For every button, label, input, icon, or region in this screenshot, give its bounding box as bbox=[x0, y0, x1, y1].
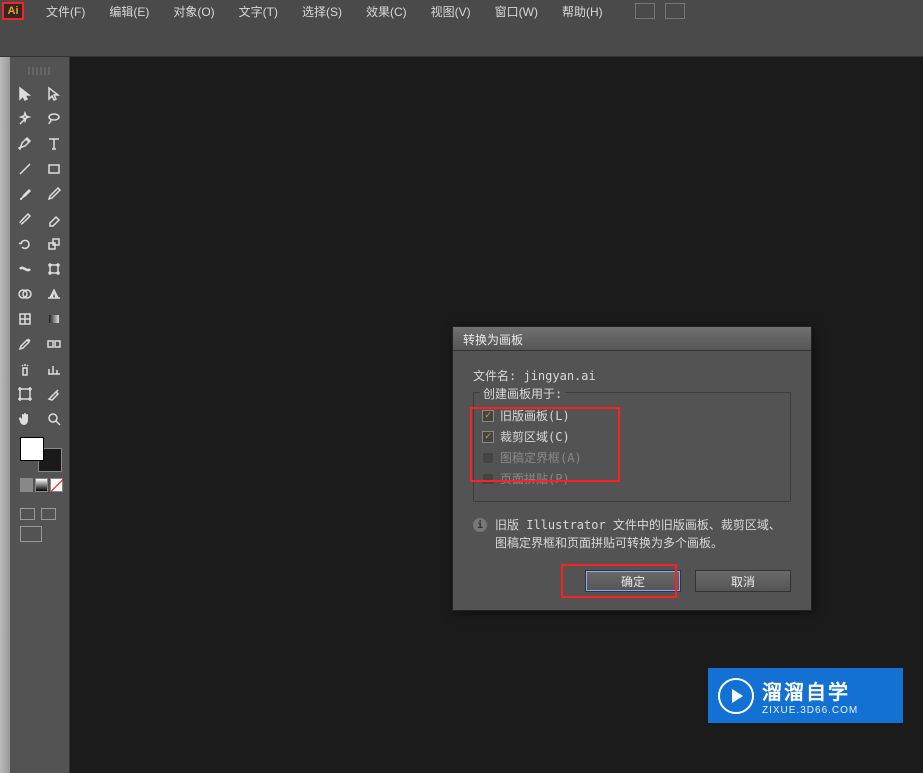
eyedropper-tool[interactable] bbox=[10, 331, 40, 356]
width-tool[interactable] bbox=[10, 256, 40, 281]
checkbox-legacy-artboard[interactable] bbox=[482, 410, 494, 422]
menu-file[interactable]: 文件(F) bbox=[34, 0, 97, 23]
watermark-title: 溜溜自学 bbox=[762, 676, 858, 705]
menu-bar: Ai 文件(F) 编辑(E) 对象(O) 文字(T) 选择(S) 效果(C) 视… bbox=[0, 0, 923, 22]
perspective-grid-tool[interactable] bbox=[40, 281, 70, 306]
filename-row: 文件名: jingyan.ai bbox=[473, 367, 791, 384]
type-tool[interactable] bbox=[40, 131, 70, 156]
tools-panel bbox=[10, 57, 70, 773]
blend-tool[interactable] bbox=[40, 331, 70, 356]
watermark: 溜溜自学 ZIXUE.3D66.COM bbox=[708, 668, 903, 723]
paintbrush-tool[interactable] bbox=[10, 181, 40, 206]
panel-grip-icon[interactable] bbox=[28, 67, 51, 75]
checkbox-page-tiling bbox=[482, 473, 494, 485]
label-bounding-box: 图稿定界框(A) bbox=[500, 449, 582, 466]
ok-button[interactable]: 确定 bbox=[585, 570, 681, 592]
direct-selection-tool[interactable] bbox=[40, 81, 70, 106]
pencil-tool[interactable] bbox=[40, 181, 70, 206]
shape-builder-tool[interactable] bbox=[10, 281, 40, 306]
label-legacy-artboard: 旧版画板(L) bbox=[500, 407, 570, 424]
rotate-tool[interactable] bbox=[10, 231, 40, 256]
artboard-tool[interactable] bbox=[10, 381, 40, 406]
app-logo-icon: Ai bbox=[2, 2, 24, 20]
dialog-title: 转换为画板 bbox=[453, 327, 811, 351]
checkbox-crop-area[interactable] bbox=[482, 431, 494, 443]
fieldset-legend: 创建画板用于: bbox=[480, 385, 565, 402]
menu-window[interactable]: 窗口(W) bbox=[483, 0, 550, 23]
menu-edit[interactable]: 编辑(E) bbox=[97, 0, 161, 23]
workspace-selector-icon[interactable] bbox=[665, 3, 685, 19]
fill-color-swatch[interactable] bbox=[20, 437, 44, 461]
info-text: 旧版 Illustrator 文件中的旧版画板、裁剪区域、图稿定界框和页面拼贴可… bbox=[495, 516, 791, 552]
play-icon bbox=[718, 678, 754, 714]
hand-tool[interactable] bbox=[10, 406, 40, 431]
mesh-tool[interactable] bbox=[10, 306, 40, 331]
watermark-subtitle: ZIXUE.3D66.COM bbox=[762, 705, 858, 716]
lasso-tool[interactable] bbox=[40, 106, 70, 131]
menu-type[interactable]: 文字(T) bbox=[227, 0, 290, 23]
convert-artboard-dialog: 转换为画板 文件名: jingyan.ai 创建画板用于: 旧版画板(L) 裁剪… bbox=[452, 326, 812, 611]
info-row: i 旧版 Illustrator 文件中的旧版画板、裁剪区域、图稿定界框和页面拼… bbox=[473, 516, 791, 552]
filename-label: 文件名: bbox=[473, 369, 516, 383]
checkbox-bounding-box bbox=[482, 452, 494, 464]
label-crop-area: 裁剪区域(C) bbox=[500, 428, 570, 445]
menu-view[interactable]: 视图(V) bbox=[419, 0, 483, 23]
column-graph-tool[interactable] bbox=[40, 356, 70, 381]
document-tab-bar bbox=[0, 22, 923, 57]
zoom-tool[interactable] bbox=[40, 406, 70, 431]
filename-value: jingyan.ai bbox=[523, 369, 595, 383]
color-mode-solid[interactable] bbox=[20, 478, 33, 492]
magic-wand-tool[interactable] bbox=[10, 106, 40, 131]
line-tool[interactable] bbox=[10, 156, 40, 181]
draw-behind-icon[interactable] bbox=[41, 508, 56, 520]
gradient-tool[interactable] bbox=[40, 306, 70, 331]
menu-object[interactable]: 对象(O) bbox=[161, 0, 226, 23]
menu-effect[interactable]: 效果(C) bbox=[354, 0, 419, 23]
screen-mode-icon[interactable] bbox=[20, 526, 42, 542]
label-page-tiling: 页面拼贴(P) bbox=[500, 470, 570, 487]
rectangle-tool[interactable] bbox=[40, 156, 70, 181]
create-artboard-fieldset: 创建画板用于: 旧版画板(L) 裁剪区域(C) 图稿定界框(A) 页面拼贴(P) bbox=[473, 392, 791, 502]
selection-tool[interactable] bbox=[10, 81, 40, 106]
info-icon: i bbox=[473, 518, 487, 532]
eraser-tool[interactable] bbox=[40, 206, 70, 231]
pen-tool[interactable] bbox=[10, 131, 40, 156]
panel-scrollbar[interactable] bbox=[0, 57, 10, 773]
symbol-sprayer-tool[interactable] bbox=[10, 356, 40, 381]
color-mode-none[interactable] bbox=[50, 478, 63, 492]
menu-select[interactable]: 选择(S) bbox=[290, 0, 354, 23]
color-swatch-area bbox=[10, 431, 69, 498]
blob-brush-tool[interactable] bbox=[10, 206, 40, 231]
menu-help[interactable]: 帮助(H) bbox=[550, 0, 615, 23]
draw-normal-icon[interactable] bbox=[20, 508, 35, 520]
scale-tool[interactable] bbox=[40, 231, 70, 256]
color-mode-gradient[interactable] bbox=[35, 478, 48, 492]
slice-tool[interactable] bbox=[40, 381, 70, 406]
cancel-button[interactable]: 取消 bbox=[695, 570, 791, 592]
layout-selector-icon[interactable] bbox=[635, 3, 655, 19]
free-transform-tool[interactable] bbox=[40, 256, 70, 281]
